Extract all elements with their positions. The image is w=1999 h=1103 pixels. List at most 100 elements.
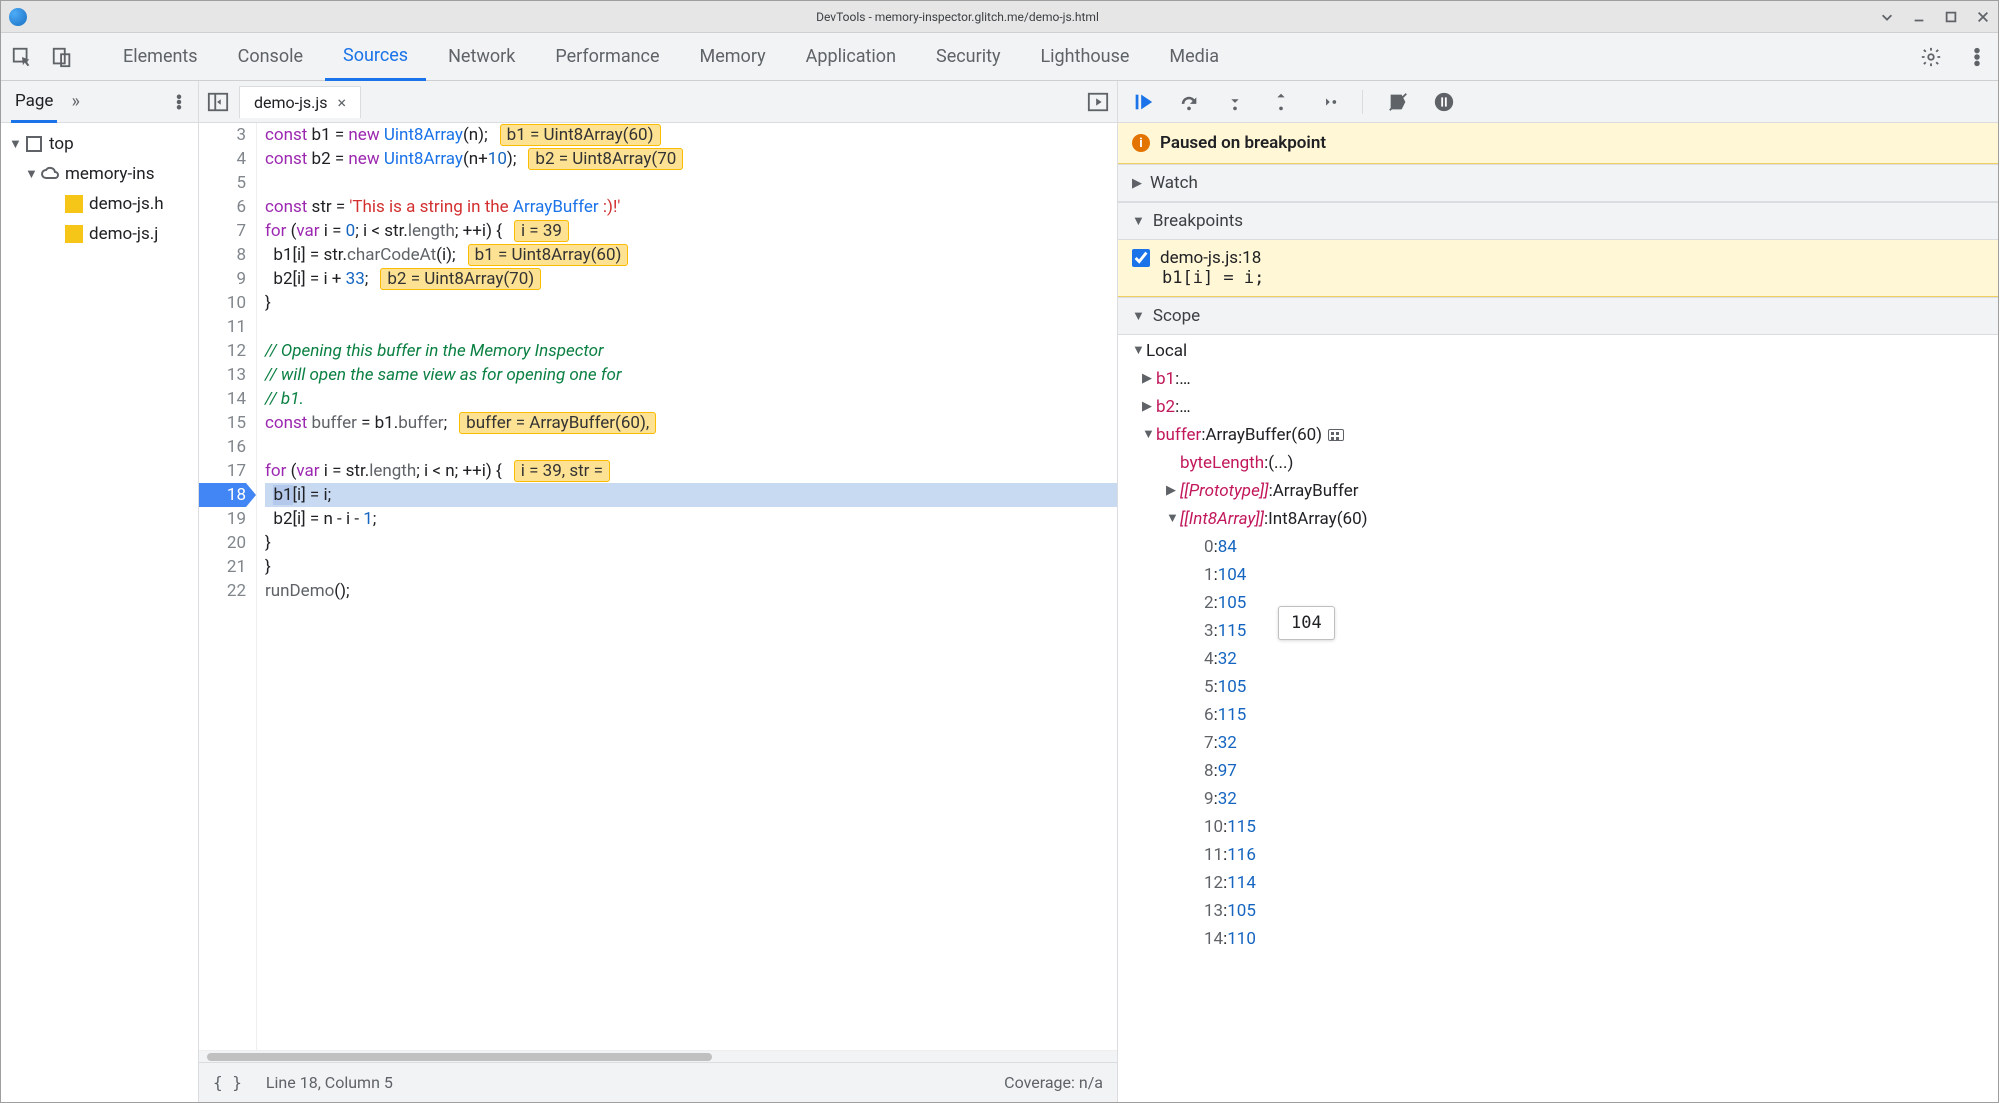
code-line[interactable]: // b1.: [265, 387, 1117, 411]
device-mode-icon[interactable]: [51, 46, 73, 68]
array-item[interactable]: 9: 32: [1118, 785, 1998, 813]
tab-application[interactable]: Application: [788, 33, 914, 80]
tree-node-top[interactable]: ▼ top: [1, 129, 198, 159]
inspect-icon[interactable]: [11, 46, 33, 68]
code-line[interactable]: }: [265, 555, 1117, 579]
tab-performance[interactable]: Performance: [537, 33, 677, 80]
close-tab-icon[interactable]: ×: [337, 93, 346, 112]
step-into-icon[interactable]: [1224, 91, 1246, 113]
scope-byteLength[interactable]: byteLength: (...): [1118, 449, 1998, 477]
gutter-line[interactable]: 9: [199, 267, 246, 291]
tab-security[interactable]: Security: [918, 33, 1018, 80]
section-scope[interactable]: ▼Scope: [1118, 297, 1998, 335]
gutter-line[interactable]: 14: [199, 387, 246, 411]
code-line[interactable]: // will open the same view as for openin…: [265, 363, 1117, 387]
code-line[interactable]: const b2 = new Uint8Array(n+10);b2 = Uin…: [265, 147, 1117, 171]
tab-memory[interactable]: Memory: [682, 33, 784, 80]
tree-node-domain[interactable]: ▼ memory-ins: [1, 159, 198, 189]
scope-prototype[interactable]: ▶[[Prototype]]: ArrayBuffer: [1118, 477, 1998, 505]
gutter-line[interactable]: 17: [199, 459, 246, 483]
gutter-line[interactable]: 5: [199, 171, 246, 195]
minimize-icon[interactable]: [1912, 10, 1926, 24]
tab-lighthouse[interactable]: Lighthouse: [1022, 33, 1147, 80]
tree-node-file[interactable]: demo-js.h: [1, 189, 198, 219]
gutter-line[interactable]: 13: [199, 363, 246, 387]
array-item[interactable]: 1: 104: [1118, 561, 1998, 589]
navigator-tab-page[interactable]: Page: [11, 82, 57, 123]
array-item[interactable]: 5: 105: [1118, 673, 1998, 701]
tab-elements[interactable]: Elements: [105, 33, 216, 80]
settings-icon[interactable]: [1920, 46, 1942, 68]
code-line[interactable]: b1[i] = str.charCodeAt(i);b1 = Uint8Arra…: [265, 243, 1117, 267]
array-item[interactable]: 12: 114: [1118, 869, 1998, 897]
breakpoint-checkbox[interactable]: [1132, 249, 1150, 267]
deactivate-breakpoints-icon[interactable]: [1387, 91, 1409, 113]
maximize-icon[interactable]: [1944, 10, 1958, 24]
step-icon[interactable]: [1316, 91, 1338, 113]
tab-media[interactable]: Media: [1151, 33, 1237, 80]
breakpoint-item[interactable]: demo-js.js:18 b1[i] = i;: [1118, 240, 1998, 297]
gutter-line[interactable]: 4: [199, 147, 246, 171]
gutter-line[interactable]: 22: [199, 579, 246, 603]
gutter-line[interactable]: 16: [199, 435, 246, 459]
step-out-icon[interactable]: [1270, 91, 1292, 113]
tree-node-file[interactable]: demo-js.j: [1, 219, 198, 249]
array-item[interactable]: 10: 115: [1118, 813, 1998, 841]
pretty-print-icon[interactable]: { }: [213, 1073, 242, 1092]
code-line[interactable]: b2[i] = i + 33;b2 = Uint8Array(70): [265, 267, 1117, 291]
array-item[interactable]: 14: 110: [1118, 925, 1998, 953]
resume-icon[interactable]: [1132, 91, 1154, 113]
gutter-line[interactable]: 21: [199, 555, 246, 579]
editor-horizontal-scrollbar[interactable]: [199, 1050, 1117, 1062]
gutter-line[interactable]: 12: [199, 339, 246, 363]
scope-int8array[interactable]: ▼[[Int8Array]]: Int8Array(60): [1118, 505, 1998, 533]
code-line[interactable]: const buffer = b1.buffer;buffer = ArrayB…: [265, 411, 1117, 435]
array-item[interactable]: 13: 105: [1118, 897, 1998, 925]
code-line[interactable]: const str = 'This is a string in the Arr…: [265, 195, 1117, 219]
code-line[interactable]: }: [265, 291, 1117, 315]
memory-inspector-icon[interactable]: [1328, 429, 1344, 441]
close-window-icon[interactable]: [1976, 10, 1990, 24]
section-breakpoints[interactable]: ▼Breakpoints: [1118, 202, 1998, 240]
code-line[interactable]: runDemo();: [265, 579, 1117, 603]
run-snippet-icon[interactable]: [1087, 91, 1109, 113]
toggle-navigator-icon[interactable]: [207, 91, 229, 113]
window-dropdown-icon[interactable]: [1880, 10, 1894, 24]
gutter-line[interactable]: 3: [199, 123, 246, 147]
array-item[interactable]: 6: 115: [1118, 701, 1998, 729]
code-line[interactable]: [265, 435, 1117, 459]
scope-var-b2[interactable]: ▶b2: …: [1118, 393, 1998, 421]
step-over-icon[interactable]: [1178, 91, 1200, 113]
section-watch[interactable]: ▶Watch: [1118, 164, 1998, 202]
code-line[interactable]: b2[i] = n - i - 1;: [265, 507, 1117, 531]
gutter-line[interactable]: 6: [199, 195, 246, 219]
gutter-line[interactable]: 10: [199, 291, 246, 315]
gutter-line[interactable]: 20: [199, 531, 246, 555]
scope-var-b1[interactable]: ▶b1: …: [1118, 365, 1998, 393]
code-line[interactable]: for (var i = str.length; i < n; ++i) {i …: [265, 459, 1117, 483]
array-item[interactable]: 3: 115: [1118, 617, 1998, 645]
scope-local-header[interactable]: ▼Local: [1118, 337, 1998, 365]
array-item[interactable]: 0: 84: [1118, 533, 1998, 561]
array-item[interactable]: 11: 116: [1118, 841, 1998, 869]
gutter-line[interactable]: 19: [199, 507, 246, 531]
gutter-line[interactable]: 18: [199, 483, 246, 507]
more-options-icon[interactable]: [1966, 46, 1988, 68]
navigator-overflow-icon[interactable]: »: [71, 91, 79, 112]
tab-sources[interactable]: Sources: [325, 34, 426, 81]
code-editor[interactable]: 345678910111213141516171819202122 const …: [199, 123, 1117, 1050]
editor-tab[interactable]: demo-js.js ×: [239, 86, 361, 118]
pause-on-exceptions-icon[interactable]: [1433, 91, 1455, 113]
gutter-line[interactable]: 11: [199, 315, 246, 339]
code-line[interactable]: [265, 315, 1117, 339]
array-item[interactable]: 8: 97: [1118, 757, 1998, 785]
code-line[interactable]: // Opening this buffer in the Memory Ins…: [265, 339, 1117, 363]
code-line[interactable]: b1[i] = i;: [265, 483, 1117, 507]
array-item[interactable]: 4: 32: [1118, 645, 1998, 673]
code-line[interactable]: }: [265, 531, 1117, 555]
array-item[interactable]: 7: 32: [1118, 729, 1998, 757]
navigator-more-icon[interactable]: [170, 93, 188, 111]
gutter-line[interactable]: 15: [199, 411, 246, 435]
tab-console[interactable]: Console: [220, 33, 321, 80]
array-item[interactable]: 2: 105: [1118, 589, 1998, 617]
